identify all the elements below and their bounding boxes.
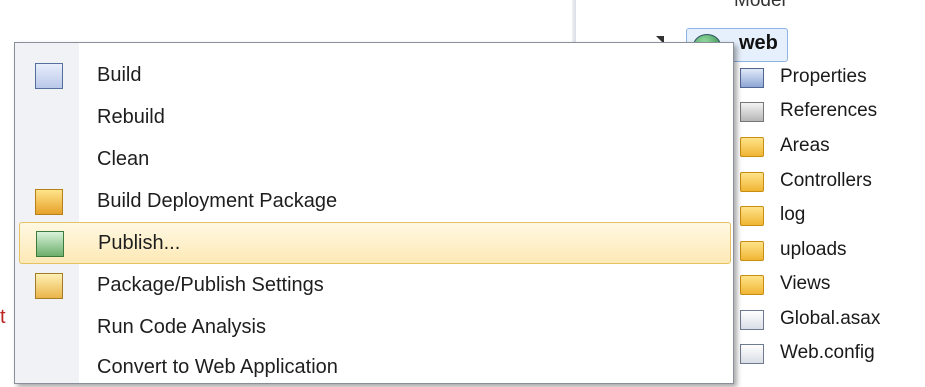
- menu-item-label: Rebuild: [97, 106, 165, 128]
- project-label: web: [739, 32, 778, 54]
- deployment-package-icon: [35, 189, 63, 215]
- menu-item-package-publish-settings[interactable]: Package/Publish Settings: [19, 265, 729, 305]
- menu-item-rebuild[interactable]: Rebuild: [19, 97, 729, 137]
- menu-item-label: Package/Publish Settings: [97, 274, 324, 296]
- menu-item-label: Publish...: [98, 232, 181, 254]
- tree-item-label: Properties: [780, 66, 867, 87]
- menu-item-clean[interactable]: Clean: [19, 139, 729, 179]
- tree-item-label: Web.config: [780, 342, 875, 363]
- folder-icon: [740, 275, 764, 295]
- tree-item-label: uploads: [780, 239, 847, 260]
- menu-item-label: Build: [97, 64, 142, 86]
- background-text-fragment: t: [0, 306, 6, 328]
- context-menu: Build Rebuild Clean Build Deployment Pac…: [14, 42, 734, 384]
- config-file-icon: [740, 344, 764, 364]
- folder-icon: [740, 137, 764, 157]
- menu-item-label: Run Code Analysis: [97, 316, 266, 338]
- properties-icon: [740, 68, 764, 88]
- menu-item-build-deployment-package[interactable]: Build Deployment Package: [19, 181, 729, 221]
- tree-item-label: Views: [780, 273, 831, 294]
- tree-item-label: log: [780, 204, 806, 225]
- references-icon: [740, 102, 764, 122]
- build-icon: [35, 63, 63, 89]
- menu-item-convert-to-web-application[interactable]: Convert to Web Application: [19, 347, 729, 387]
- tree-item-label: References: [780, 100, 878, 121]
- tree-item-label: Global.asax: [780, 308, 881, 329]
- tree-item-label: Areas: [780, 135, 830, 156]
- menu-item-publish[interactable]: Publish...: [19, 222, 731, 264]
- package-settings-icon: [35, 273, 63, 299]
- menu-item-label: Clean: [97, 148, 150, 170]
- asax-file-icon: [740, 310, 764, 330]
- menu-item-label: Build Deployment Package: [97, 190, 338, 212]
- menu-item-build[interactable]: Build: [19, 55, 729, 95]
- tree-item-label: Model: [734, 0, 786, 11]
- folder-icon: [740, 241, 764, 261]
- publish-icon: [36, 231, 64, 257]
- folder-icon: [740, 172, 764, 192]
- menu-item-run-code-analysis[interactable]: Run Code Analysis: [19, 307, 729, 347]
- menu-item-label: Convert to Web Application: [97, 356, 338, 378]
- tree-item-label: Controllers: [780, 170, 872, 191]
- folder-icon: [740, 206, 764, 226]
